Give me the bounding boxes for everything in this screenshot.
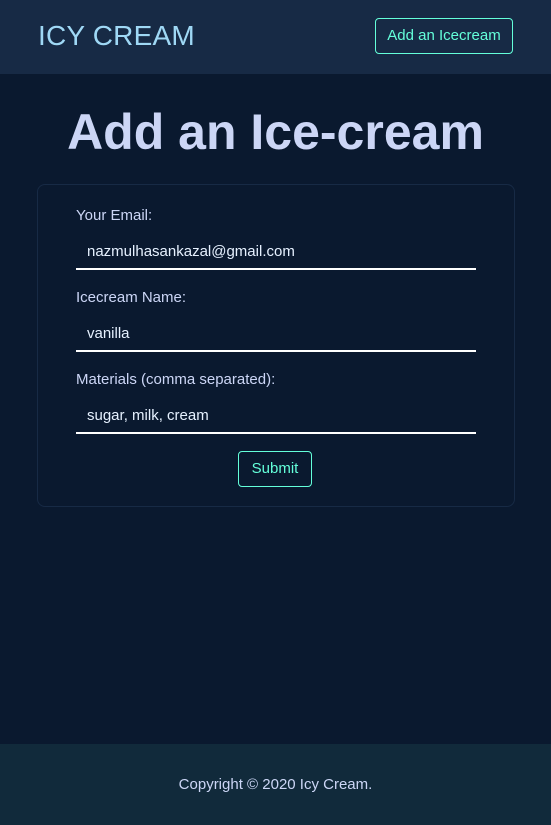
icecream-name-label: Icecream Name: [76, 289, 187, 306]
submit-button[interactable]: Submit [238, 451, 312, 487]
copyright-text: Copyright © 2020 Icy Cream. [178, 776, 373, 793]
email-field[interactable] [76, 234, 476, 270]
add-icecream-nav-button[interactable]: Add an Icecream [375, 18, 513, 54]
materials-label: Materials (comma separated): [76, 371, 276, 388]
icecream-name-field[interactable] [76, 316, 476, 352]
page-title: Add an Ice-cream [67, 104, 484, 160]
navbar: ICY CREAM Add an Icecream [0, 0, 551, 74]
brand-logo[interactable]: ICY CREAM [38, 20, 195, 52]
materials-field[interactable] [76, 398, 476, 434]
footer: Copyright © 2020 Icy Cream. [0, 744, 551, 825]
email-label: Your Email: [76, 207, 153, 224]
